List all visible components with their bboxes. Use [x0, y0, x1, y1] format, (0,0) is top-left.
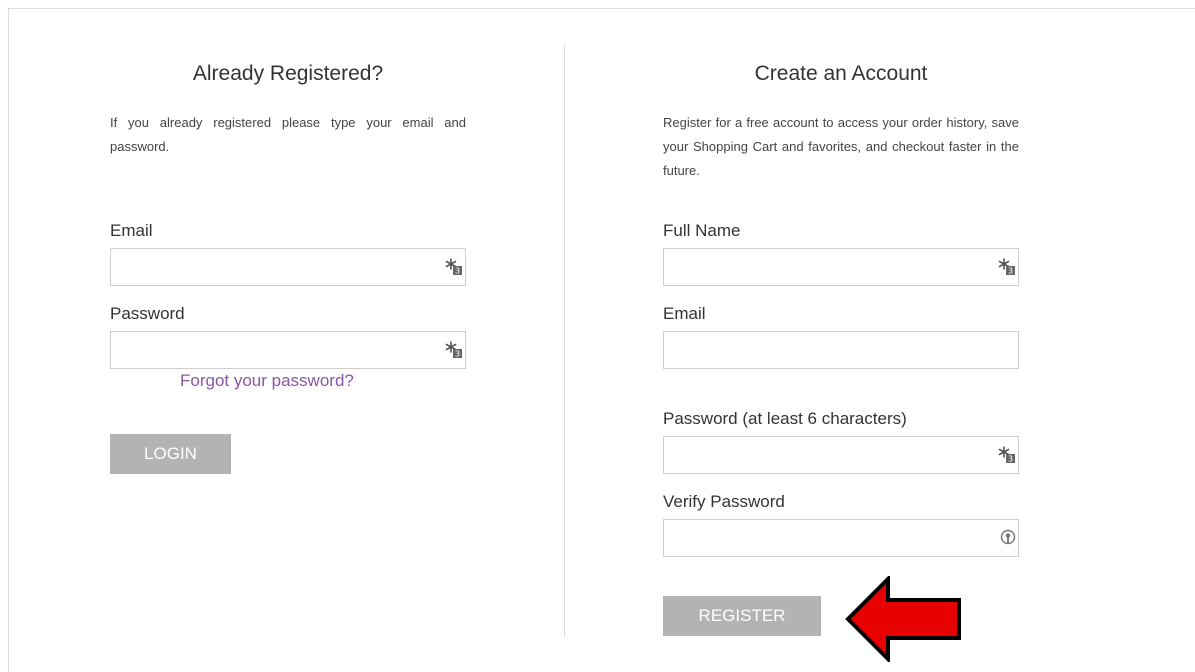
password-manager-icon[interactable]: 3 — [998, 258, 1016, 276]
fullname-input[interactable] — [663, 248, 1019, 286]
login-title: Already Registered? — [192, 62, 384, 85]
login-password-label: Password — [110, 304, 185, 323]
password-manager-icon[interactable]: 3 — [445, 341, 463, 359]
password-manager-icon[interactable]: 3 — [445, 258, 463, 276]
register-password-label: Password (at least 6 characters) — [663, 409, 907, 428]
verify-password-input[interactable] — [663, 519, 1019, 557]
register-email-label: Email — [663, 304, 706, 323]
register-description: Register for a free account to access yo… — [663, 115, 1019, 178]
svg-text:3: 3 — [1008, 455, 1013, 464]
red-arrow-icon — [845, 576, 961, 662]
forgot-password-link[interactable]: Forgot your password? — [180, 371, 354, 391]
svg-text:3: 3 — [455, 267, 460, 276]
login-password-input[interactable] — [110, 331, 466, 369]
register-email-input[interactable] — [663, 331, 1019, 369]
password-manager-icon[interactable]: 3 — [998, 446, 1016, 464]
login-email-label: Email — [110, 221, 153, 240]
fullname-label: Full Name — [663, 221, 741, 240]
register-password-input[interactable] — [663, 436, 1019, 474]
verify-password-label: Verify Password — [663, 492, 785, 511]
login-description: If you already registered please type yo… — [110, 115, 466, 154]
login-email-input[interactable] — [110, 248, 466, 286]
register-title: Create an Account — [754, 62, 928, 85]
key-icon[interactable] — [999, 529, 1017, 547]
svg-text:3: 3 — [455, 350, 460, 359]
svg-text:3: 3 — [1008, 267, 1013, 276]
login-button[interactable]: LOGIN — [110, 434, 231, 474]
column-divider — [564, 45, 565, 637]
register-button[interactable]: REGISTER — [663, 596, 821, 636]
